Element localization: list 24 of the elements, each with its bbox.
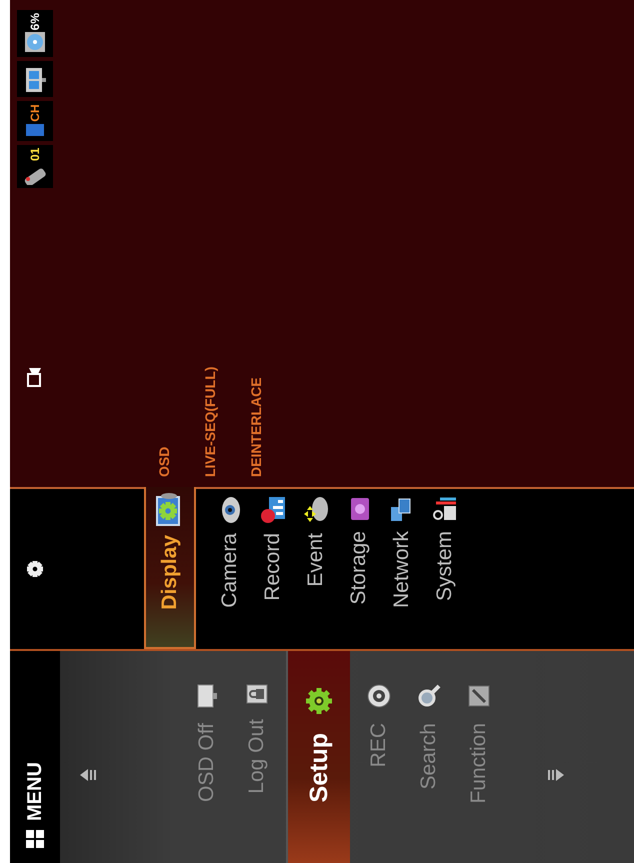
- monitor-icon: [195, 683, 219, 709]
- submenu-item[interactable]: Storage: [337, 489, 380, 649]
- submenu-item[interactable]: Camera: [208, 489, 251, 649]
- status-label: 6%: [28, 13, 42, 30]
- settings-item[interactable]: LIVE-SEQ(FULL): [198, 0, 222, 477]
- system-tools-icon: [432, 495, 458, 523]
- settings-icon: [24, 558, 46, 580]
- settings-item[interactable]: DEINTERLACE: [244, 0, 268, 477]
- menu-item[interactable]: Setup: [286, 651, 350, 863]
- settings-item[interactable]: OSD: [152, 0, 176, 477]
- menu-title: MENU: [24, 762, 46, 821]
- submenu-item[interactable]: Event: [294, 489, 337, 649]
- record-chart-icon: [258, 495, 286, 525]
- submenu-item[interactable]: Network: [380, 489, 423, 649]
- lock-icon: [245, 683, 269, 705]
- submenu-item[interactable]: Display: [144, 487, 196, 649]
- status-label: 01: [28, 148, 42, 162]
- status-label: CH: [28, 104, 42, 122]
- grid-menu-icon: [25, 829, 45, 849]
- search-icon: [416, 683, 442, 709]
- submenu-item[interactable]: Record: [251, 489, 294, 649]
- record-button-icon: [366, 683, 392, 709]
- submenu-item[interactable]: System: [423, 489, 466, 649]
- video-camera-icon: [26, 367, 44, 387]
